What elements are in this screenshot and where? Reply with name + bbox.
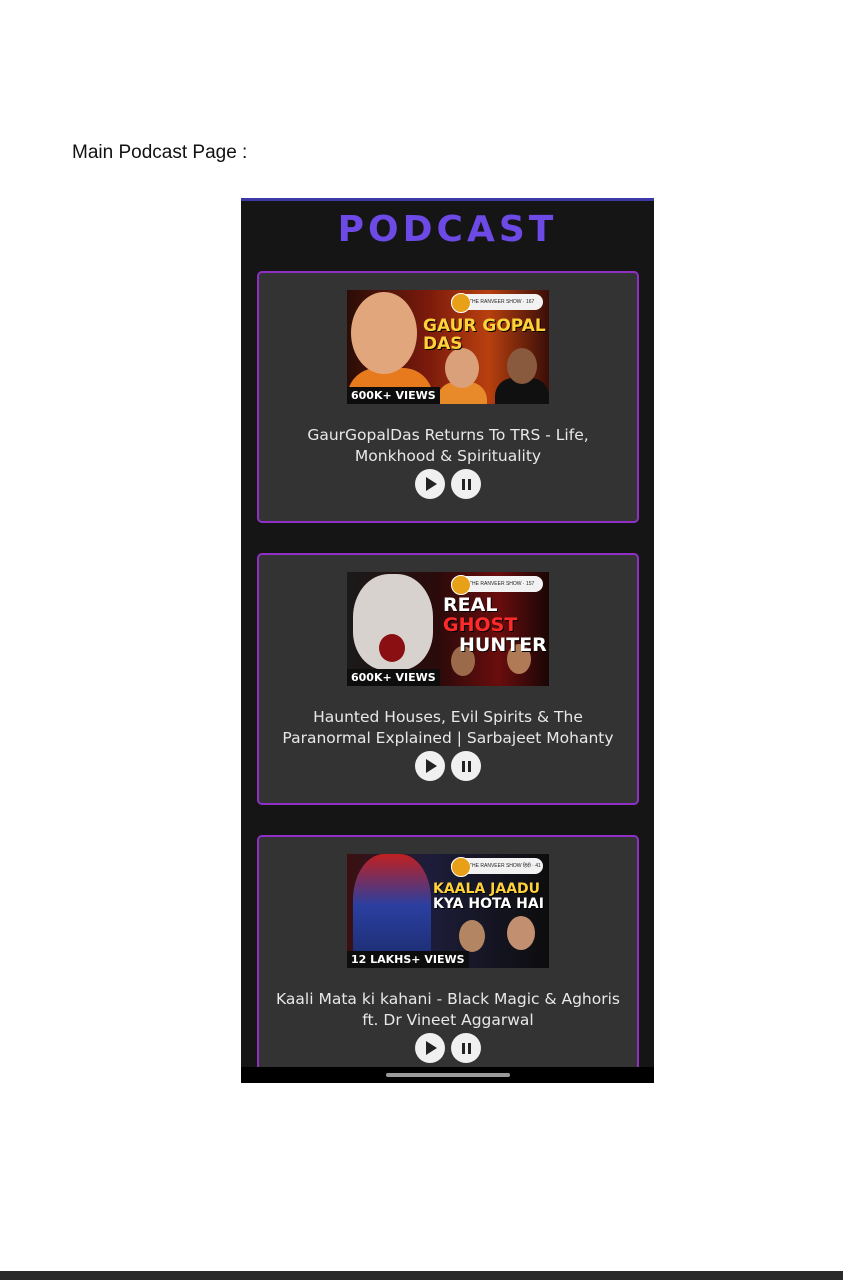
home-indicator[interactable]	[386, 1073, 510, 1077]
pause-button[interactable]	[451, 469, 481, 499]
bottom-bar	[0, 1271, 843, 1280]
views-badge: 600K+ VIEWS	[347, 669, 440, 686]
views-badge: 600K+ VIEWS	[347, 387, 440, 404]
pause-icon	[461, 478, 471, 490]
play-button[interactable]	[415, 469, 445, 499]
page-title: PODCAST	[337, 209, 558, 250]
document-caption: Main Podcast Page :	[72, 142, 248, 163]
show-badge: THE RANVEER SHOW · 157	[451, 575, 543, 595]
playback-controls	[259, 751, 637, 781]
podcast-card[interactable]: THE RANVEER SHOW हिंदी · 41 KAALA JAADU …	[257, 835, 639, 1083]
pause-icon	[461, 760, 471, 772]
podcast-title: Kaali Mata ki kahani - Black Magic & Agh…	[276, 990, 620, 1029]
phone-screen: PODCAST THE RANVEER SHOW · 167 GAUR GOPA…	[241, 198, 654, 1083]
playback-controls	[259, 1033, 637, 1063]
headline-line: KAALA JAADU	[433, 881, 541, 897]
host-face	[507, 916, 535, 950]
play-icon	[426, 1041, 437, 1055]
playback-controls	[259, 469, 637, 499]
podcast-title: GaurGopalDas Returns To TRS - Life, Monk…	[307, 426, 589, 465]
play-icon	[426, 477, 437, 491]
guest-face	[459, 920, 485, 952]
play-button[interactable]	[415, 751, 445, 781]
podcast-thumbnail[interactable]: THE RANVEER SHOW · 167 GAUR GOPAL DAS 60…	[347, 290, 549, 404]
play-button[interactable]	[415, 1033, 445, 1063]
thumbnail-headline: GAUR GOPAL DAS	[423, 316, 546, 354]
views-badge: 12 LAKHS+ VIEWS	[347, 951, 469, 968]
headline-line: KYA HOTA HAI	[433, 895, 544, 912]
ghost-mouth	[379, 634, 405, 662]
podcast-title: Haunted Houses, Evil Spirits & The Paran…	[282, 708, 614, 747]
podcast-card[interactable]: THE RANVEER SHOW · 167 GAUR GOPAL DAS 60…	[257, 271, 639, 523]
speaker-face	[351, 292, 417, 374]
system-nav-bar	[241, 1067, 654, 1083]
thumbnail-headline: REAL GHOST HUNTER	[443, 594, 549, 656]
speaker-face	[445, 348, 479, 388]
headline-word: GHOST	[443, 613, 518, 636]
headline-word: REAL	[443, 594, 498, 616]
pause-button[interactable]	[451, 1033, 481, 1063]
play-icon	[426, 759, 437, 773]
pause-button[interactable]	[451, 751, 481, 781]
show-badge: THE RANVEER SHOW · 167	[451, 293, 543, 313]
headline-word: HUNTER	[459, 633, 547, 656]
pause-icon	[461, 1042, 471, 1054]
podcast-thumbnail[interactable]: THE RANVEER SHOW · 157 REAL GHOST HUNTER…	[347, 572, 549, 686]
thumbnail-headline: KAALA JAADU KYA HOTA HAI	[433, 882, 544, 911]
podcast-thumbnail[interactable]: THE RANVEER SHOW हिंदी · 41 KAALA JAADU …	[347, 854, 549, 968]
show-badge: THE RANVEER SHOW हिंदी · 41	[451, 857, 543, 877]
podcast-card[interactable]: THE RANVEER SHOW · 157 REAL GHOST HUNTER…	[257, 553, 639, 805]
